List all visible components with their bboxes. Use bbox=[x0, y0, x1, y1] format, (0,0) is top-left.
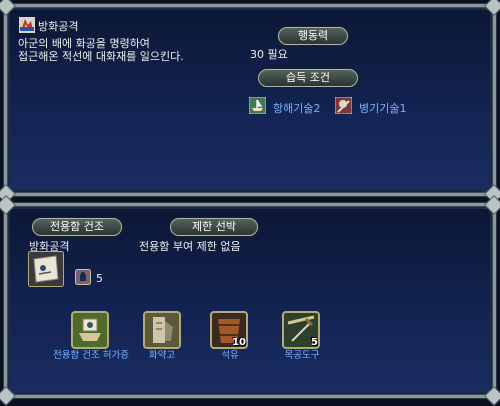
item-label: 석유 bbox=[221, 350, 239, 361]
item-slot[interactable] bbox=[143, 311, 181, 349]
requirement-header: 습득 조건 bbox=[258, 69, 358, 87]
item-slot[interactable]: 10 bbox=[210, 311, 248, 349]
requirement-label-1: 항해기술2 bbox=[273, 102, 321, 115]
strategy-name: 방화공격 bbox=[38, 20, 79, 33]
ship-build-panel: 전용함 건조 방화공격 제한 선박 전용함 부여 제한 없음 5 전용함 건조 … bbox=[0, 195, 500, 406]
ship-limit-header: 제한 선박 bbox=[170, 218, 258, 236]
requirement-label-2: 병기기술1 bbox=[359, 102, 407, 115]
item-label: 화약고 bbox=[148, 350, 176, 361]
gunpowder-icon bbox=[143, 311, 181, 349]
panel-corner-ornament bbox=[0, 0, 16, 16]
item-count: 10 bbox=[232, 337, 246, 348]
cost-value: 30 필요 bbox=[250, 48, 288, 61]
weapon-technique-icon bbox=[335, 97, 352, 114]
item-slot[interactable] bbox=[71, 311, 109, 349]
panel-corner-ornament bbox=[484, 195, 500, 215]
item-label: 목공도구 bbox=[284, 350, 320, 361]
panel-corner-ornament bbox=[484, 0, 500, 16]
panel-corner-ornament bbox=[0, 195, 16, 215]
fire-attack-icon bbox=[19, 17, 35, 33]
ship-build-header: 전용함 건조 bbox=[32, 218, 122, 236]
panel-corner-ornament bbox=[0, 386, 16, 406]
ship-technique-icon bbox=[249, 97, 266, 114]
panel-corner-ornament bbox=[484, 386, 500, 406]
ship-count: 5 bbox=[96, 272, 103, 285]
ship-blueprint-icon bbox=[71, 311, 109, 349]
strategy-info-panel: 방화공격 아군의 배에 화공을 명령하여 접근해온 적선에 대화재를 일으킨다.… bbox=[0, 0, 500, 204]
item-slot[interactable]: 5 bbox=[282, 311, 320, 349]
ship-limit-text: 전용함 부여 제한 없음 bbox=[139, 240, 241, 253]
blueprint-scroll-icon[interactable] bbox=[28, 251, 64, 287]
item-label: 전용함 건조 허가증 bbox=[53, 350, 129, 361]
ship-count-icon bbox=[75, 269, 91, 285]
cost-header: 행동력 bbox=[278, 27, 348, 45]
item-count: 5 bbox=[311, 337, 318, 348]
strategy-description-line2: 접근해온 적선에 대화재를 일으킨다. bbox=[18, 50, 184, 63]
